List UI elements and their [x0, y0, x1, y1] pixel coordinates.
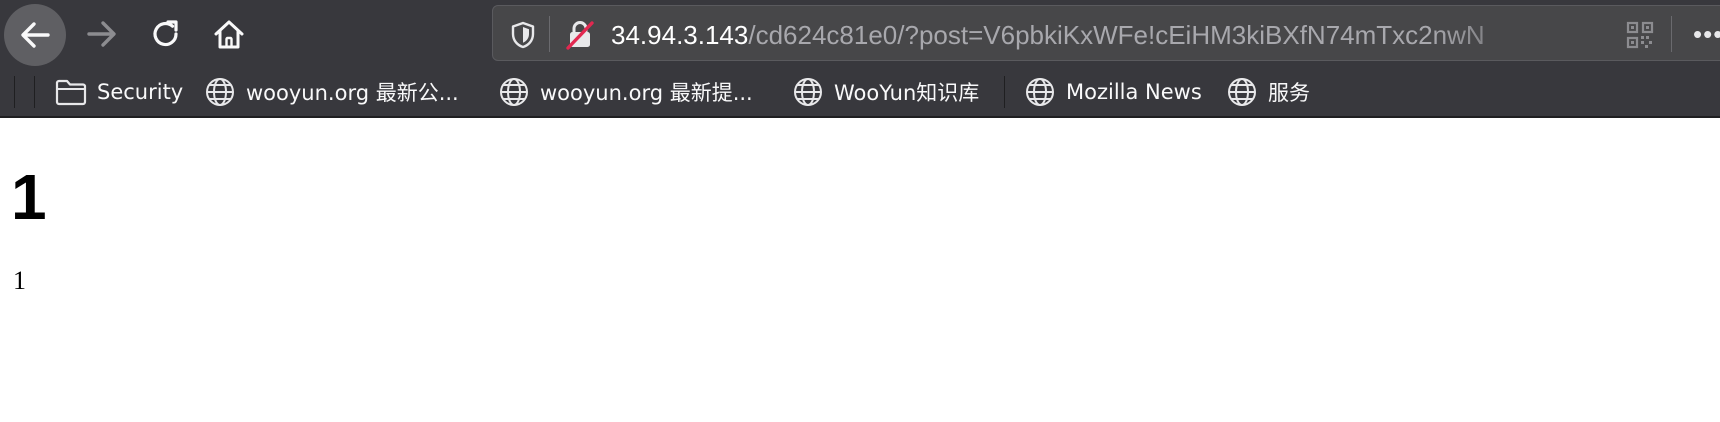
- url-host: 34.94.3.143: [611, 20, 749, 50]
- bookmarks-separator: [14, 76, 15, 108]
- arrow-left-icon: [21, 22, 50, 48]
- bookmark-label: wooyun.org 最新公...: [246, 81, 459, 105]
- globe-icon: [792, 76, 824, 108]
- bookmark-label: wooyun.org 最新提...: [540, 81, 753, 105]
- bookmarks-toolbar: Security wooyun.org 最新公... wooyun.org 最新…: [0, 66, 1720, 118]
- bookmark-wooyun-latest-submitted[interactable]: wooyun.org 最新提...: [498, 73, 753, 111]
- bookmark-label: WooYun知识库: [834, 81, 980, 105]
- bookmark-label: Security: [97, 80, 184, 104]
- page-actions-menu-button[interactable]: •••: [1693, 16, 1720, 52]
- reload-icon: [153, 20, 178, 47]
- bookmark-label: 服务: [1268, 81, 1310, 105]
- bookmark-label: Mozilla News: [1066, 80, 1202, 104]
- reload-button[interactable]: [136, 4, 196, 64]
- page-title: 1: [11, 161, 47, 233]
- bookmark-wooyun-latest-public[interactable]: wooyun.org 最新公...: [204, 73, 459, 111]
- qr-code-icon[interactable]: [1626, 21, 1654, 54]
- bookmark-folder-security[interactable]: Security: [55, 73, 183, 111]
- bookmark-mozilla-news[interactable]: Mozilla News: [1024, 73, 1202, 111]
- arrow-right-icon: [87, 21, 116, 47]
- home-icon: [214, 20, 244, 49]
- globe-icon: [1024, 76, 1056, 108]
- bookmark-wooyun-knowledge[interactable]: WooYun知识库: [792, 73, 979, 111]
- url-bar[interactable]: 34.94.3.143/cd624c81e0/?post=V6pbkiKxWFe…: [492, 5, 1720, 61]
- bookmarks-separator: [34, 76, 35, 108]
- urlbar-divider-right: [1671, 16, 1672, 52]
- urlbar-divider: [549, 16, 550, 52]
- url-text[interactable]: 34.94.3.143/cd624c81e0/?post=V6pbkiKxWFe…: [611, 19, 1576, 51]
- bookmark-services[interactable]: 服务: [1226, 73, 1310, 111]
- browser-toolbar: 34.94.3.143/cd624c81e0/?post=V6pbkiKxWFe…: [0, 0, 1720, 66]
- tracking-protection-shield-icon[interactable]: [510, 21, 536, 54]
- page-body-text: 1: [13, 266, 26, 295]
- back-button[interactable]: [4, 4, 66, 66]
- home-button[interactable]: [199, 4, 259, 64]
- insecure-lock-icon[interactable]: [565, 19, 595, 56]
- bookmarks-separator: [1004, 76, 1005, 108]
- globe-icon: [204, 76, 236, 108]
- url-path: /cd624c81e0/?post=V6pbkiKxWFe!cEiHM3kiBX…: [748, 20, 1485, 50]
- folder-icon: [55, 78, 87, 106]
- forward-button[interactable]: [72, 4, 132, 64]
- globe-icon: [1226, 76, 1258, 108]
- page-content: 1 1: [0, 120, 1720, 422]
- globe-icon: [498, 76, 530, 108]
